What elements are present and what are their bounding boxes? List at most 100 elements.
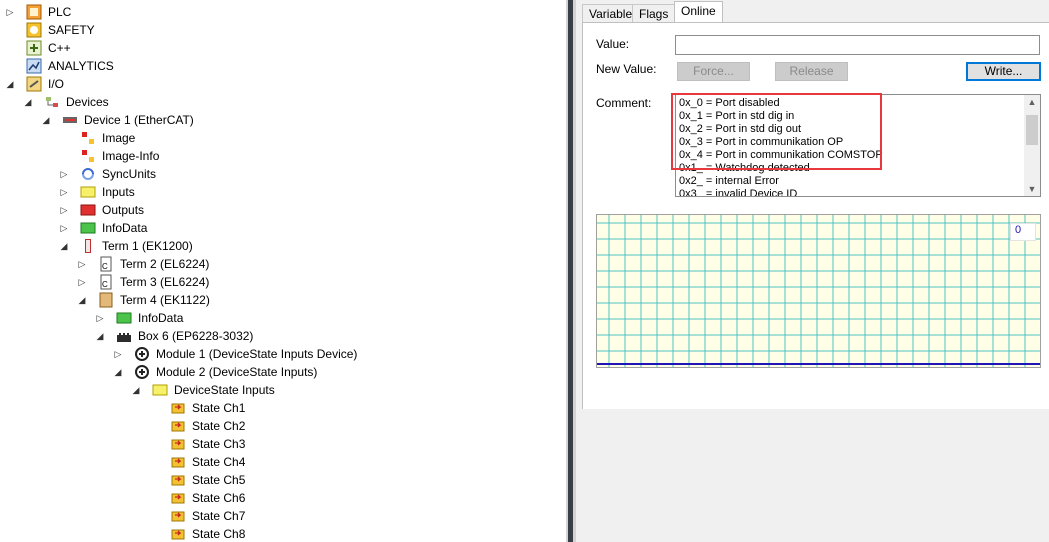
- tree-node[interactable]: ◢ Box 6 (EP6228-3032): [0, 327, 566, 345]
- syncunits-icon: [80, 166, 96, 182]
- tree-node[interactable]: State Ch1: [0, 399, 566, 417]
- expand-arrow-icon[interactable]: ▷: [95, 309, 105, 327]
- tree-node[interactable]: ▷ Outputs: [0, 201, 566, 219]
- variable-icon: [170, 508, 186, 524]
- chart-value-label: 0: [1015, 224, 1022, 236]
- tree-node[interactable]: State Ch6: [0, 489, 566, 507]
- tree-node[interactable]: ▷ SyncUnits: [0, 165, 566, 183]
- tree-node[interactable]: ◢ Module 2 (DeviceState Inputs): [0, 363, 566, 381]
- tree-node-label: Box 6 (EP6228-3032): [138, 329, 254, 343]
- tree-node[interactable]: State Ch4: [0, 453, 566, 471]
- expand-arrow-icon[interactable]: ▷: [77, 273, 87, 291]
- value-field[interactable]: [675, 35, 1040, 55]
- tree-node[interactable]: ▷ PLC: [0, 3, 566, 21]
- tree-node-label: InfoData: [138, 311, 184, 325]
- expand-arrow-icon[interactable]: ▷: [59, 183, 69, 201]
- tree-node[interactable]: ◢ Devices: [0, 93, 566, 111]
- tree-node[interactable]: ▷ C Term 2 (EL6224): [0, 255, 566, 273]
- image-info-icon: [80, 148, 96, 164]
- solution-tree[interactable]: ▷ PLC SAFETY C++ ANALYTICS ◢ I/O ◢ Devices ◢ Devic…: [0, 0, 566, 542]
- module-icon: [134, 364, 150, 380]
- pane-splitter[interactable]: [566, 0, 576, 542]
- collapse-arrow-icon[interactable]: ◢: [5, 75, 15, 93]
- online-value-chart: 0: [596, 214, 1041, 368]
- tree-node[interactable]: ◢ Term 4 (EK1122): [0, 291, 566, 309]
- tree-node-label: State Ch3: [192, 437, 246, 451]
- expand-arrow-icon[interactable]: ▷: [113, 345, 123, 363]
- variable-icon: [170, 400, 186, 416]
- tree-node-label: State Ch5: [192, 473, 246, 487]
- tree-node-label: Outputs: [102, 203, 145, 217]
- collapse-arrow-icon[interactable]: ◢: [59, 237, 69, 255]
- collapse-arrow-icon[interactable]: ◢: [23, 93, 33, 111]
- scroll-thumb[interactable]: [1026, 115, 1038, 145]
- comment-scrollbar[interactable]: ▲ ▼: [1024, 95, 1040, 196]
- tree-node[interactable]: State Ch5: [0, 471, 566, 489]
- tree-node[interactable]: ▷ InfoData: [0, 309, 566, 327]
- tree-node[interactable]: ◢ DeviceState Inputs: [0, 381, 566, 399]
- variable-icon: [170, 454, 186, 470]
- tree-node-label: C++: [48, 41, 71, 55]
- tree-node-label: Devices: [66, 95, 109, 109]
- devices-icon: [44, 94, 60, 110]
- tree-node[interactable]: ▷ Module 1 (DeviceState Inputs Device): [0, 345, 566, 363]
- collapse-arrow-icon[interactable]: ◢: [131, 381, 141, 399]
- tree-node-label: InfoData: [102, 221, 148, 235]
- tab-variable[interactable]: Variable: [582, 4, 640, 23]
- inputs-icon: [152, 382, 168, 398]
- tree-node[interactable]: ◢ Term 1 (EK1200): [0, 237, 566, 255]
- comment-line: 0x2_ = internal Error: [679, 175, 779, 187]
- outputs-icon: [80, 202, 96, 218]
- module-icon: [134, 346, 150, 362]
- variable-icon: [170, 418, 186, 434]
- tree-node-label: DeviceState Inputs: [174, 383, 275, 397]
- tree-node-label: Term 1 (EK1200): [102, 239, 193, 253]
- tree-node[interactable]: Image: [0, 129, 566, 147]
- tree-node[interactable]: ▷ C Term 3 (EL6224): [0, 273, 566, 291]
- force-button[interactable]: Force...: [677, 62, 750, 81]
- collapse-arrow-icon[interactable]: ◢: [41, 111, 51, 129]
- write-button[interactable]: Write...: [966, 62, 1041, 81]
- tree-node-label: PLC: [48, 5, 72, 19]
- tree-node[interactable]: State Ch8: [0, 525, 566, 542]
- tree-node[interactable]: State Ch3: [0, 435, 566, 453]
- infodata-icon: [80, 220, 96, 236]
- value-label: Value:: [596, 37, 630, 51]
- variable-icon: [170, 436, 186, 452]
- tree-node[interactable]: ▷ InfoData: [0, 219, 566, 237]
- tree-node[interactable]: C++: [0, 39, 566, 57]
- variable-icon: [170, 490, 186, 506]
- expand-arrow-icon[interactable]: ▷: [77, 255, 87, 273]
- expand-arrow-icon[interactable]: ▷: [59, 201, 69, 219]
- tree-node[interactable]: Image-Info: [0, 147, 566, 165]
- red-highlight-box: [671, 93, 882, 170]
- tree-node[interactable]: ◢ I/O: [0, 75, 566, 93]
- image-icon: [80, 130, 96, 146]
- expand-arrow-icon[interactable]: ▷: [5, 3, 15, 21]
- tree-node[interactable]: State Ch2: [0, 417, 566, 435]
- collapse-arrow-icon[interactable]: ◢: [113, 363, 123, 381]
- tree-node-label: Inputs: [102, 185, 135, 199]
- collapse-arrow-icon[interactable]: ◢: [95, 327, 105, 345]
- junction-icon: [98, 292, 114, 308]
- expand-arrow-icon[interactable]: ▷: [59, 165, 69, 183]
- collapse-arrow-icon[interactable]: ◢: [77, 291, 87, 309]
- expand-arrow-icon[interactable]: ▷: [59, 219, 69, 237]
- release-button[interactable]: Release: [775, 62, 848, 81]
- cpp-icon: [26, 40, 42, 56]
- tree-node[interactable]: SAFETY: [0, 21, 566, 39]
- inputs-icon: [80, 184, 96, 200]
- tree-node[interactable]: ▷ Inputs: [0, 183, 566, 201]
- scroll-down-icon[interactable]: ▼: [1024, 182, 1040, 196]
- box-icon: [116, 328, 132, 344]
- tab-flags[interactable]: Flags: [632, 4, 676, 23]
- scroll-up-icon[interactable]: ▲: [1024, 95, 1040, 109]
- tree-node-label: Term 3 (EL6224): [120, 275, 210, 289]
- tree-node-label: Image: [102, 131, 136, 145]
- terminal-icon: C: [98, 274, 114, 290]
- tree-node[interactable]: ◢ Device 1 (EtherCAT): [0, 111, 566, 129]
- tree-node[interactable]: ANALYTICS: [0, 57, 566, 75]
- tree-node[interactable]: State Ch7: [0, 507, 566, 525]
- comment-line: 0x3_ = invalid Device ID: [679, 188, 798, 197]
- tab-online[interactable]: Online: [674, 1, 723, 24]
